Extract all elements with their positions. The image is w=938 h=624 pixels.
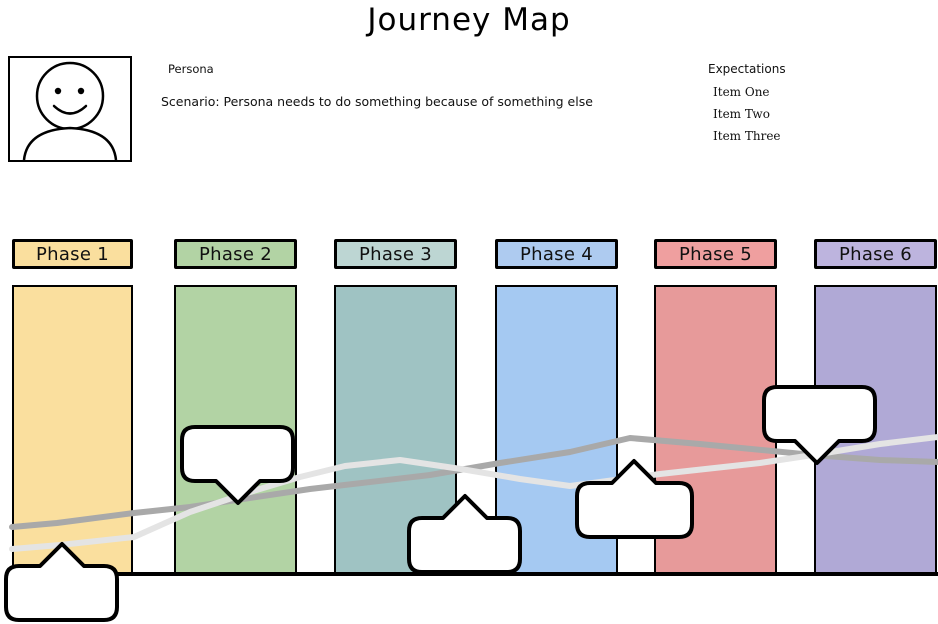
callout-phase-4-shape [575,459,694,539]
person-avatar-icon [22,61,118,160]
callout-phase-1[interactable] [2,540,121,624]
phase-header-label: Phase 4 [519,243,594,265]
persona-avatar [8,56,132,162]
journey-map-canvas: Journey Map Persona Scenario: Persona ne… [0,0,938,622]
callout-phase-2-shape [180,425,295,505]
phase-header-label: Phase 5 [678,243,753,265]
callout-phase-3-shape [407,494,522,574]
callout-phase-1-shape [4,542,119,622]
expectations-item: Item Three [713,129,781,143]
phase-header-4[interactable]: Phase 4 [495,239,618,269]
callout-phase-5[interactable] [760,383,879,467]
phase-header-2[interactable]: Phase 2 [174,239,297,269]
phase-header-6[interactable]: Phase 6 [814,239,937,269]
phase-column-1[interactable] [12,285,133,574]
phase-header-label: Phase 6 [838,243,913,265]
expectations-block: Expectations Item One Item Two Item Thre… [708,62,786,151]
phase-header-1[interactable]: Phase 1 [12,239,133,269]
callout-phase-2[interactable] [178,423,297,507]
expectations-item: Item One [713,85,770,99]
expectations-item: Item Two [713,107,770,121]
phase-header-label: Phase 2 [198,243,273,265]
phase-header-3[interactable]: Phase 3 [334,239,457,269]
expectations-heading: Expectations [708,62,786,76]
callout-phase-4[interactable] [573,457,696,541]
phase-header-5[interactable]: Phase 5 [654,239,777,269]
callout-phase-5-shape [762,385,877,465]
phase-header-label: Phase 1 [35,243,110,265]
callout-phase-3[interactable] [405,492,524,576]
phase-header-label: Phase 3 [358,243,433,265]
page-title: Journey Map [367,2,571,38]
persona-label: Persona [168,62,214,76]
scenario-text: Scenario: Persona needs to do something … [161,94,593,109]
